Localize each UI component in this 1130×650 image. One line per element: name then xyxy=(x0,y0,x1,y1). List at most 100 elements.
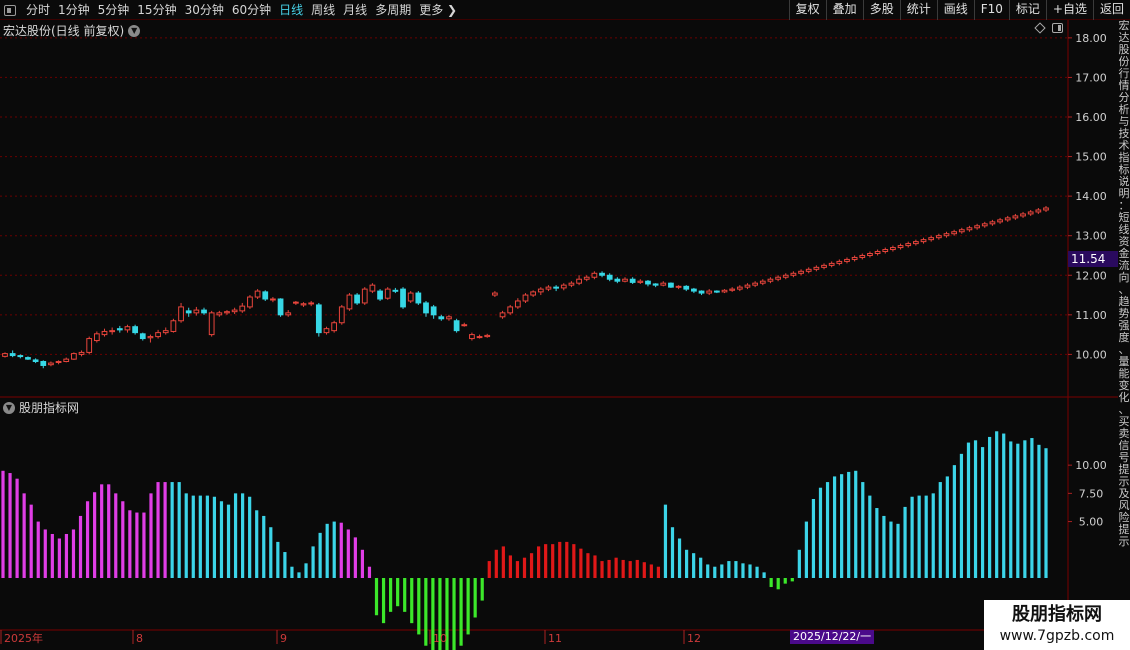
tab-30min[interactable]: 30分钟 xyxy=(181,2,228,18)
overlay-button[interactable]: 叠加 xyxy=(825,0,863,20)
candle xyxy=(821,263,827,270)
indicator-bar xyxy=(360,549,365,578)
candle xyxy=(867,251,873,258)
indicator-bar xyxy=(614,557,618,578)
candle xyxy=(55,360,62,365)
chevron-down-icon[interactable]: ▼ xyxy=(3,401,15,414)
indicator-bar xyxy=(156,482,160,578)
panel-toggle-icon[interactable] xyxy=(1052,23,1063,33)
candle xyxy=(951,229,958,236)
candle-body xyxy=(430,306,437,316)
tab-more[interactable]: 更多 ❯ xyxy=(415,2,461,18)
candle-body xyxy=(683,285,690,290)
candle-body xyxy=(974,225,980,229)
candle-body xyxy=(247,296,253,308)
indicator-bar xyxy=(339,522,343,578)
candle-body xyxy=(890,247,896,251)
tab-5min[interactable]: 5分钟 xyxy=(94,2,134,18)
candle-body xyxy=(981,223,988,227)
indicator-bar xyxy=(522,557,527,578)
candle-body xyxy=(828,262,835,266)
candle xyxy=(629,277,636,284)
indicator-bar xyxy=(769,578,773,588)
tab-monthly[interactable]: 月线 xyxy=(339,2,371,18)
candle xyxy=(308,300,315,307)
stats-button[interactable]: 统计 xyxy=(899,0,937,20)
candle-body xyxy=(116,328,123,331)
tab-daily[interactable]: 日线 xyxy=(275,2,307,18)
back-button[interactable]: 返回 xyxy=(1092,0,1130,20)
mark-button[interactable]: 标记 xyxy=(1008,0,1046,20)
candle-body xyxy=(17,355,24,358)
indicator-bar xyxy=(945,476,949,578)
f10-button[interactable]: F10 xyxy=(973,0,1009,20)
indicator-bar xyxy=(544,544,548,578)
candle xyxy=(315,302,322,337)
candle-body xyxy=(798,270,804,274)
diamond-icon[interactable] xyxy=(1034,22,1046,34)
adjust-button[interactable]: 复权 xyxy=(788,0,826,20)
tab-multi-period[interactable]: 多周期 xyxy=(371,2,415,18)
indicator-title[interactable]: ▼ 股朋指标网 xyxy=(3,399,79,416)
candle-body xyxy=(147,336,154,339)
candle-body xyxy=(446,316,452,320)
chevron-right-icon: ❯ xyxy=(443,3,458,17)
indicator-bar xyxy=(219,501,224,578)
indicator-bar xyxy=(191,495,195,578)
indicator-bar xyxy=(269,527,273,578)
draw-line-button[interactable]: 画线 xyxy=(936,0,974,20)
indicator-bar xyxy=(988,436,992,578)
date-tick-label: 2025年 xyxy=(4,631,43,645)
candle-body xyxy=(759,280,766,284)
candle-body xyxy=(239,305,246,312)
candle xyxy=(767,277,774,284)
add-watchlist-button[interactable]: +自选 xyxy=(1045,0,1093,20)
candle xyxy=(981,221,988,228)
candle-body xyxy=(645,280,651,285)
candle xyxy=(78,350,85,357)
stock-title[interactable]: 宏达股份(日线 前复权) ▼ xyxy=(3,22,141,39)
candle-body xyxy=(920,239,927,243)
candle-body xyxy=(139,333,146,340)
candle-body xyxy=(2,353,8,357)
tab-weekly[interactable]: 周线 xyxy=(307,2,339,18)
indicator-bar xyxy=(748,564,752,578)
date-tick-label: 11 xyxy=(548,632,562,645)
indicator-bar xyxy=(804,521,808,578)
candle-body xyxy=(1020,213,1026,217)
indicator-bar xyxy=(50,533,54,578)
indicator-bar xyxy=(628,561,632,578)
tab-60min[interactable]: 60分钟 xyxy=(228,2,275,18)
indicator-bar xyxy=(663,504,668,578)
indicator-bar xyxy=(762,572,766,578)
candle-body xyxy=(1012,215,1019,219)
indicator-bar xyxy=(1016,443,1020,578)
indicator-bar xyxy=(64,533,69,578)
indicator-bar xyxy=(346,529,350,578)
indicator-bar xyxy=(593,555,597,578)
indicator-bar xyxy=(311,546,315,578)
candle-body xyxy=(844,258,850,262)
candle xyxy=(162,327,169,335)
candle-body xyxy=(400,288,406,308)
candle-body xyxy=(277,298,284,316)
tab-1min[interactable]: 1分钟 xyxy=(54,2,94,18)
indicator-bar xyxy=(71,529,76,578)
price-tick-label: 10.00 xyxy=(1075,348,1107,361)
window-icon[interactable] xyxy=(4,4,16,16)
candle xyxy=(913,239,919,246)
chevron-down-icon[interactable]: ▼ xyxy=(128,24,141,37)
candle xyxy=(507,304,514,315)
multi-stock-button[interactable]: 多股 xyxy=(862,0,900,20)
indicator-bar xyxy=(29,504,33,578)
indicator-bar xyxy=(684,549,689,578)
indicator-bar xyxy=(903,506,907,578)
tab-15min[interactable]: 15分钟 xyxy=(133,2,180,18)
candle-body xyxy=(553,286,559,289)
candle xyxy=(660,281,667,287)
chart-canvas[interactable]: 18.00 17.00 16.00 15.00 14.00 13.00 12.00 11.00… xyxy=(0,20,1118,650)
candle-body xyxy=(583,276,590,280)
tab-intraday[interactable]: 分时 xyxy=(22,2,54,18)
indicator-bar xyxy=(875,508,879,578)
candle-body xyxy=(805,268,812,272)
